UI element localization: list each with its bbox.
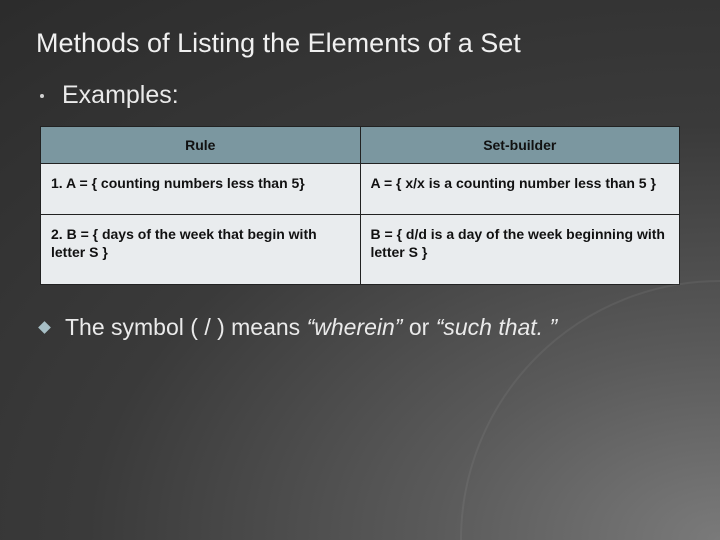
cell-rule: 1. A = { counting numbers less than 5} bbox=[41, 164, 361, 215]
cell-builder: B = { d/d is a day of the week beginning… bbox=[360, 215, 680, 284]
table-row: 1. A = { counting numbers less than 5} A… bbox=[41, 164, 680, 215]
cell-builder: A = { x/x is a counting number less than… bbox=[360, 164, 680, 215]
slide: Methods of Listing the Elements of a Set… bbox=[0, 0, 720, 341]
subheading: Examples: bbox=[62, 81, 179, 110]
col-header-setbuilder: Set-builder bbox=[360, 127, 680, 164]
page-title: Methods of Listing the Elements of a Set bbox=[36, 28, 684, 59]
note-quote-1: “wherein” bbox=[307, 314, 403, 340]
diamond-bullet-icon bbox=[38, 321, 51, 334]
examples-table: Rule Set-builder 1. A = { counting numbe… bbox=[40, 126, 680, 285]
note-quote-2: “such that. ” bbox=[436, 314, 557, 340]
cell-rule: 2. B = { days of the week that begin wit… bbox=[41, 215, 361, 284]
note-mid: or bbox=[402, 314, 435, 340]
subheading-row: Examples: bbox=[40, 81, 684, 110]
note-pre: The symbol ( / ) means bbox=[65, 314, 307, 340]
note-text: The symbol ( / ) means “wherein” or “suc… bbox=[65, 313, 557, 342]
bullet-dot-icon bbox=[40, 94, 44, 98]
table-row: 2. B = { days of the week that begin wit… bbox=[41, 215, 680, 284]
col-header-rule: Rule bbox=[41, 127, 361, 164]
table-header-row: Rule Set-builder bbox=[41, 127, 680, 164]
note-row: The symbol ( / ) means “wherein” or “suc… bbox=[40, 313, 684, 342]
